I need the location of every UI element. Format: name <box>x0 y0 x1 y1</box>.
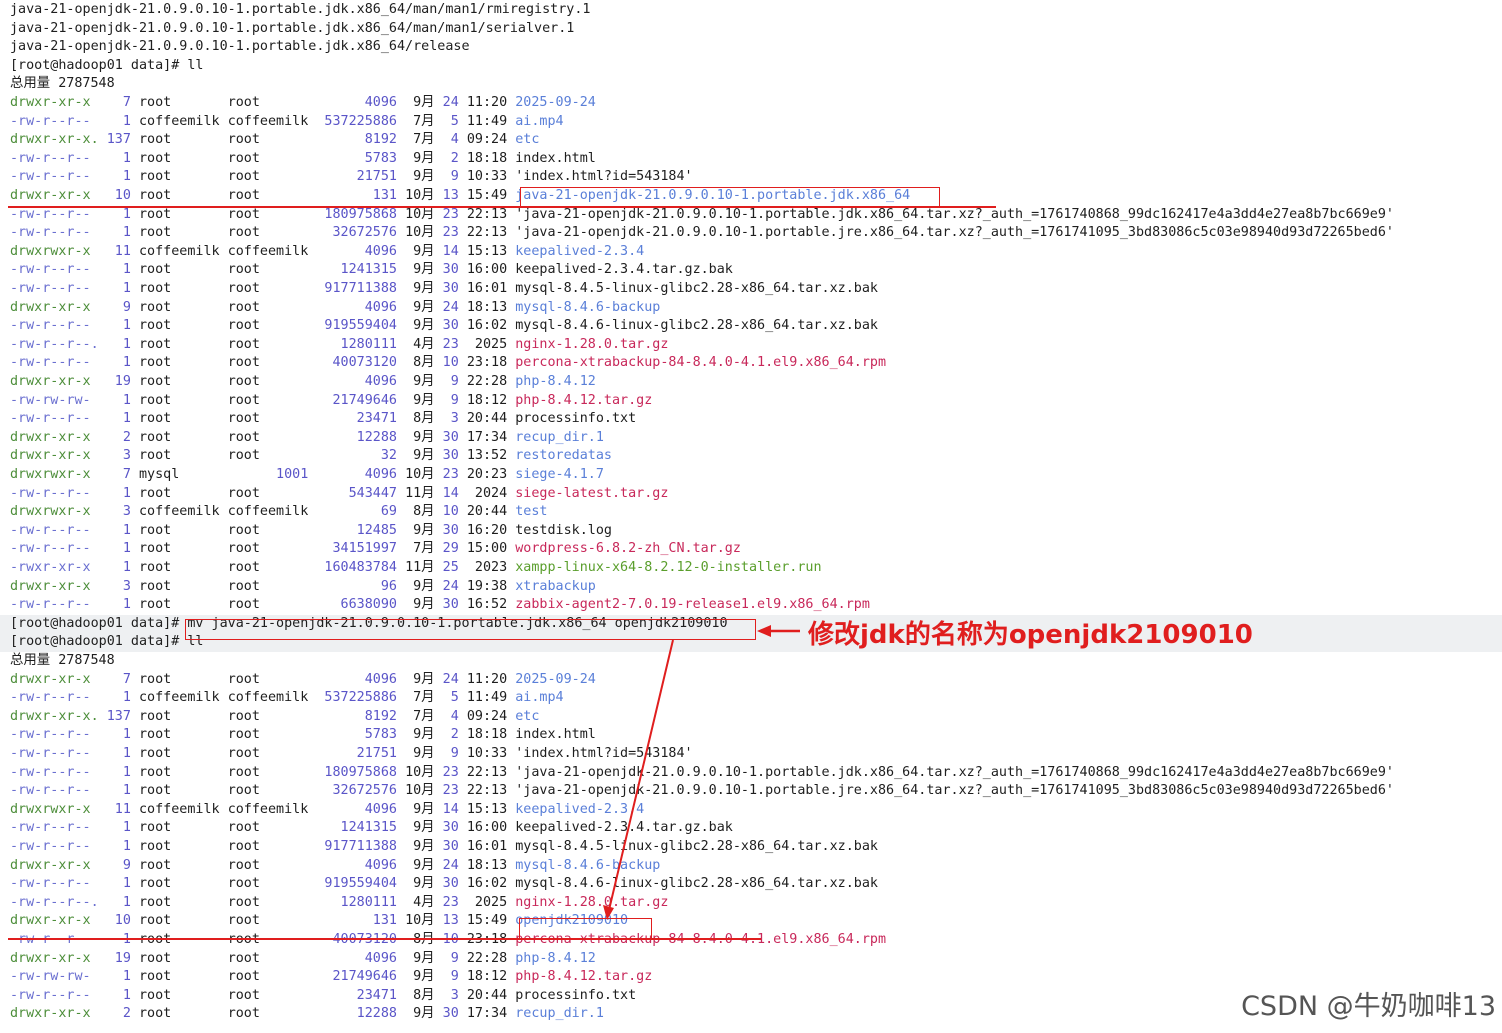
arrow-to-annotation-head <box>757 625 771 637</box>
underline-new-row <box>8 938 761 940</box>
highlight-box-old-name <box>520 187 940 207</box>
watermark: CSDN @牛奶咖啡13 <box>1241 991 1496 1022</box>
highlight-box-new-name <box>519 918 652 939</box>
arrow-down-line <box>608 639 674 911</box>
annotation-text: 修改jdk的名称为openjdk2109010 <box>808 620 1253 650</box>
underline-old-row <box>8 206 996 208</box>
highlight-box-mv-command <box>185 619 756 640</box>
annotation-arrows <box>603 625 800 920</box>
